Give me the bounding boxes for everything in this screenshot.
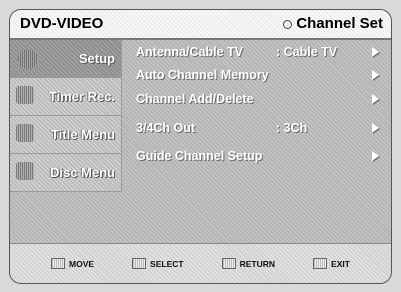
hint-label: MOVE: [69, 258, 95, 269]
radio-icon: [283, 19, 293, 29]
row-label: Auto Channel Memory: [136, 68, 269, 82]
row-value: : Cable TV: [276, 45, 338, 59]
arrow-right-icon: [372, 123, 379, 133]
arrow-right-icon: [372, 47, 379, 57]
sidebar-item-label: Disc Menu: [49, 165, 115, 180]
move-key-icon: [51, 258, 65, 269]
sidebar-item-setup[interactable]: Setup: [10, 40, 122, 78]
title-menu-icon: [16, 124, 34, 142]
arrow-right-icon: [372, 151, 379, 161]
sidebar-item-timer-rec[interactable]: Timer Rec.: [10, 78, 122, 116]
row-label: 3/4Ch Out: [136, 121, 196, 135]
hint-select: SELECT: [132, 258, 184, 269]
menu-row-guide-channel-setup[interactable]: Guide Channel Setup: [136, 146, 379, 166]
hint-exit: EXIT: [313, 258, 350, 269]
timer-icon: [16, 86, 34, 104]
menu-row-channel-add-delete[interactable]: Channel Add/Delete: [136, 89, 379, 109]
hint-move: MOVE: [51, 258, 94, 269]
menu-row-antenna-cable-tv[interactable]: Antenna/Cable TV : Cable TV: [136, 42, 379, 62]
sidebar-item-label: Setup: [78, 51, 115, 66]
osd-screen: DVD-VIDEO Channel Set Setup Timer Rec. T…: [9, 9, 392, 284]
disc-menu-icon: [16, 162, 34, 180]
menu-row-3-4ch-out[interactable]: 3/4Ch Out : 3Ch: [136, 118, 379, 138]
page-title-group: Channel Set: [283, 15, 383, 32]
row-label: Guide Channel Setup: [136, 149, 263, 163]
hint-label: SELECT: [150, 258, 184, 269]
select-key-icon: [132, 258, 147, 269]
hint-label: RETURN: [239, 258, 276, 269]
row-label: Antenna/Cable TV: [136, 45, 243, 59]
return-key-icon: [221, 258, 236, 269]
hint-return: RETURN: [221, 258, 276, 269]
arrow-right-icon: [372, 70, 379, 80]
title-bar: DVD-VIDEO Channel Set: [10, 10, 391, 40]
key-hint-bar: MOVE SELECT RETURN EXIT: [10, 243, 391, 283]
setup-gear-icon: [18, 49, 38, 69]
exit-key-icon: [313, 258, 328, 269]
page-title: Channel Set: [296, 15, 383, 32]
arrow-right-icon: [372, 94, 379, 104]
sidebar-item-disc-menu[interactable]: Disc Menu: [10, 154, 122, 192]
sidebar-item-label: Title Menu: [50, 127, 115, 142]
row-label: Channel Add/Delete: [136, 92, 254, 106]
row-value: : 3Ch: [276, 121, 308, 135]
sidebar: Setup Timer Rec. Title Menu Disc Menu: [10, 40, 126, 240]
hint-label: EXIT: [331, 258, 350, 269]
sidebar-item-title-menu[interactable]: Title Menu: [10, 116, 122, 154]
settings-panel: Antenna/Cable TV : Cable TV Auto Channel…: [128, 40, 391, 240]
sidebar-item-label: Timer Rec.: [48, 89, 115, 104]
app-title: DVD-VIDEO: [20, 15, 104, 32]
menu-row-auto-channel-memory[interactable]: Auto Channel Memory: [136, 65, 379, 85]
